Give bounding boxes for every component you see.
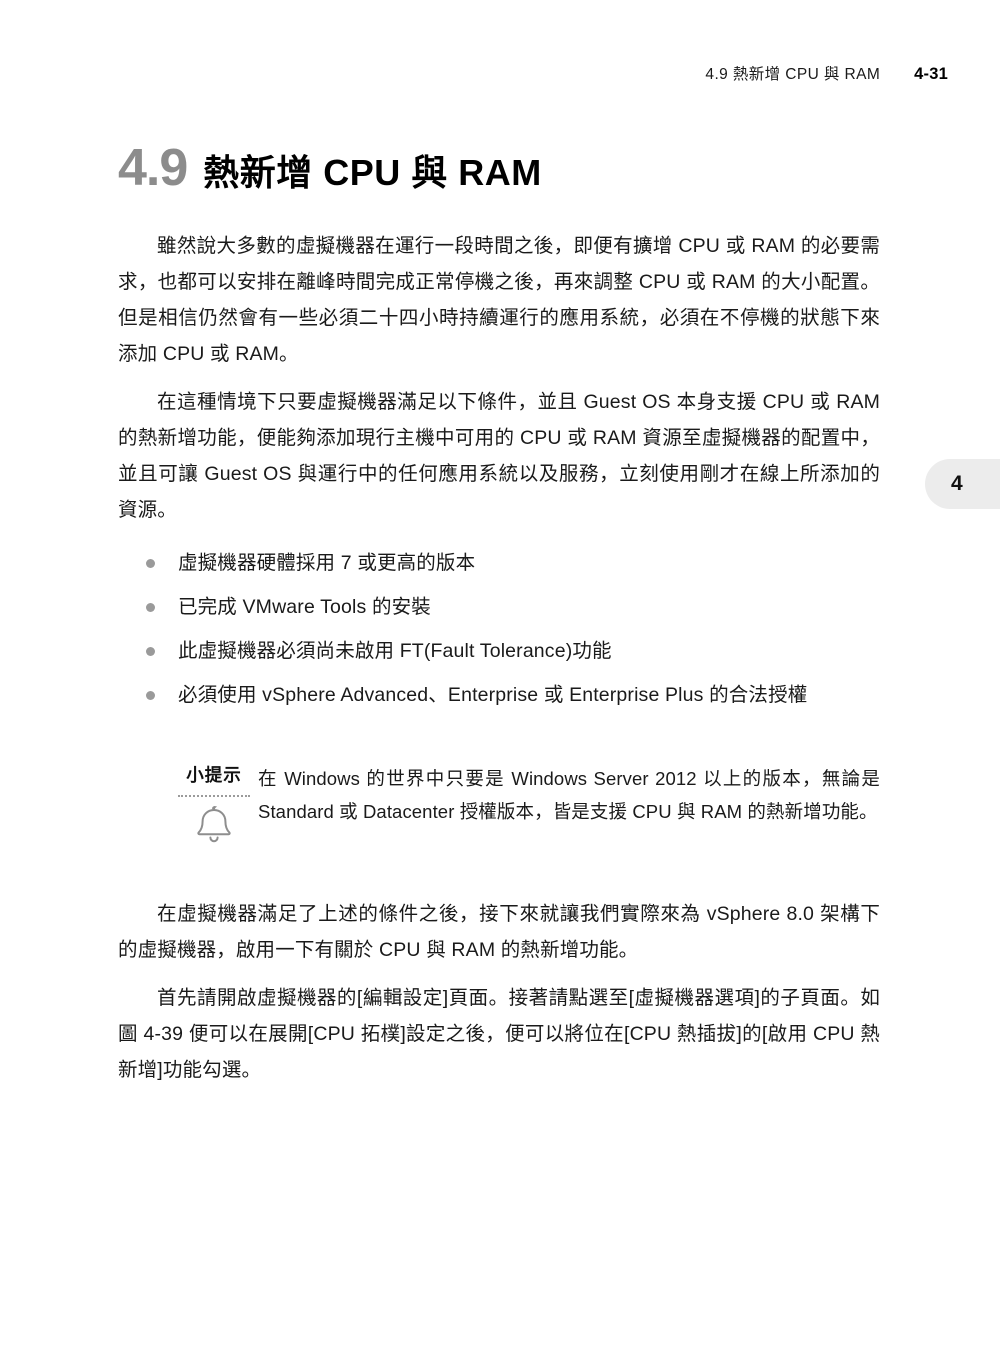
- running-header-title: 4.9 熱新增 CPU 與 RAM: [705, 66, 881, 83]
- document-page: 4.9 熱新增 CPU 與 RAM 4-31 4.9 熱新增 CPU 與 RAM…: [0, 0, 1000, 1349]
- bullet-dot-icon: [146, 603, 155, 612]
- paragraph-1: 雖然說大多數的虛擬機器在運行一段時間之後，即便有擴增 CPU 或 RAM 的必要…: [118, 235, 880, 365]
- chapter-number: 4: [951, 472, 963, 495]
- paragraph-3: 在虛擬機器滿足了上述的條件之後，接下來就讓我們實際來為 vSphere 8.0 …: [118, 903, 880, 961]
- list-item-label: 虛擬機器硬體採用 7 或更高的版本: [178, 552, 476, 574]
- list-item: 虛擬機器硬體採用 7 或更高的版本: [140, 545, 885, 581]
- list-item: 此虛擬機器必須尚未啟用 FT(Fault Tolerance)功能: [140, 633, 885, 669]
- list-item-label: 此虛擬機器必須尚未啟用 FT(Fault Tolerance)功能: [178, 640, 612, 662]
- chapter-tab: 4: [925, 459, 1000, 509]
- tip-marker: 小提示: [170, 760, 258, 849]
- tip-box: 小提示 在 Windows 的世界中只要是 Windows Server 201…: [170, 760, 880, 849]
- paragraph-4: 首先請開啟虛擬機器的[編輯設定]頁面。接著請點選至[虛擬機器選項]的子頁面。如圖…: [118, 987, 880, 1081]
- section-number: 4.9: [118, 139, 188, 197]
- tip-text: 在 Windows 的世界中只要是 Windows Server 2012 以上…: [258, 768, 880, 822]
- bullet-dot-icon: [146, 647, 155, 656]
- tip-divider: [178, 792, 250, 797]
- list-item: 必須使用 vSphere Advanced、Enterprise 或 Enter…: [140, 677, 885, 713]
- intro-paragraphs: 雖然說大多數的虛擬機器在運行一段時間之後，即便有擴增 CPU 或 RAM 的必要…: [118, 228, 880, 538]
- list-item-label: 已完成 VMware Tools 的安裝: [178, 596, 431, 618]
- section-title-text: 熱新增 CPU 與 RAM: [203, 152, 542, 193]
- requirements-list: 虛擬機器硬體採用 7 或更高的版本 已完成 VMware Tools 的安裝 此…: [140, 545, 885, 721]
- closing-paragraphs: 在虛擬機器滿足了上述的條件之後，接下來就讓我們實際來為 vSphere 8.0 …: [118, 896, 880, 1098]
- bell-icon: [194, 806, 234, 849]
- tip-label: 小提示: [186, 765, 242, 785]
- page-number: 4-31: [914, 65, 948, 83]
- running-header: 4.9 熱新增 CPU 與 RAM 4-31: [705, 62, 948, 84]
- bullet-dot-icon: [146, 691, 155, 700]
- list-item: 已完成 VMware Tools 的安裝: [140, 589, 885, 625]
- list-item-label: 必須使用 vSphere Advanced、Enterprise 或 Enter…: [178, 684, 808, 706]
- paragraph-2: 在這種情境下只要虛擬機器滿足以下條件，並且 Guest OS 本身支援 CPU …: [118, 391, 880, 521]
- section-heading: 4.9 熱新增 CPU 與 RAM: [118, 142, 542, 194]
- bullet-dot-icon: [146, 559, 155, 568]
